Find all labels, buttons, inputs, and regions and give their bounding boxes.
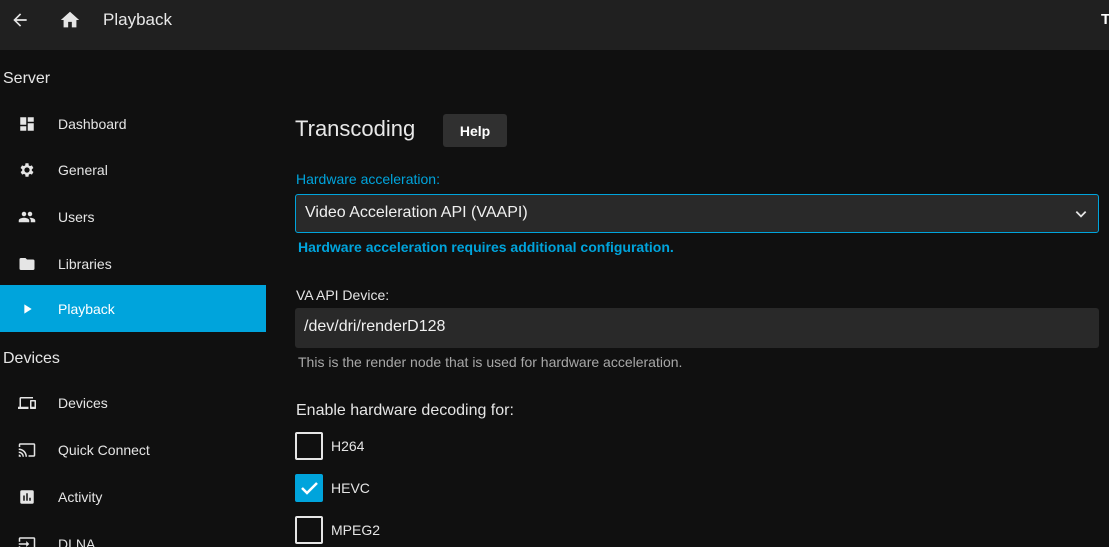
home-icon [60, 11, 80, 28]
sidebar-item-label: Quick Connect [58, 441, 150, 458]
section-title-server: Server [3, 70, 51, 87]
folder-icon [17, 254, 37, 274]
codec-checkbox-mpeg2[interactable]: MPEG2 [295, 516, 495, 544]
sidebar-item-libraries[interactable]: Libraries [0, 240, 266, 287]
sidebar-item-label: Devices [58, 394, 108, 411]
back-button[interactable] [7, 7, 33, 33]
va-device-input[interactable]: /dev/dri/renderD128 [295, 308, 1099, 348]
codec-checkbox-h264[interactable]: H264 [295, 432, 495, 460]
hw-accel-value: Video Acceleration API (VAAPI) [305, 204, 528, 221]
chevron-down-icon [1075, 211, 1087, 218]
checkbox-label: H264 [331, 438, 365, 454]
cast-icon [17, 440, 37, 460]
sidebar-item-label: Users [58, 208, 95, 225]
users-icon [17, 207, 37, 227]
page-header-title: Playback [103, 10, 172, 29]
sidebar-item-label: Dashboard [58, 115, 127, 132]
gear-icon [17, 160, 37, 180]
play-icon [17, 299, 37, 319]
sidebar-item-dashboard[interactable]: Dashboard [0, 100, 266, 147]
decoding-title: Enable hardware decoding for: [296, 402, 514, 419]
hw-accel-select[interactable]: Video Acceleration API (VAAPI) [295, 194, 1099, 233]
sidebar-item-activity[interactable]: Activity [0, 473, 266, 520]
home-button[interactable] [57, 7, 83, 33]
sidebar-item-devices[interactable]: Devices [0, 379, 266, 426]
sidebar-item-label: General [58, 161, 108, 178]
checkbox[interactable] [295, 516, 323, 544]
va-device-hint: This is the render node that is used for… [298, 354, 683, 370]
checkmark-icon [301, 482, 318, 495]
sidebar: Server Dashboard General Users Libraries… [0, 50, 266, 547]
hw-accel-config-link[interactable]: Hardware acceleration requires additiona… [298, 239, 674, 255]
page-title: Transcoding [295, 116, 416, 141]
sidebar-item-label: Activity [58, 488, 103, 505]
checkbox[interactable] [295, 432, 323, 460]
help-button[interactable]: Help [443, 114, 507, 147]
sidebar-item-label: DLNA [58, 535, 96, 547]
devices-icon [17, 393, 37, 413]
hw-accel-label: Hardware acceleration: [296, 171, 440, 187]
checkbox-label: MPEG2 [331, 522, 381, 538]
arrow-left-icon [13, 13, 27, 27]
sidebar-item-quick-connect[interactable]: Quick Connect [0, 426, 266, 473]
checkbox-label: HEVC [331, 480, 370, 496]
sidebar-item-playback[interactable]: Playback [0, 285, 266, 332]
app-header: Playback T [0, 0, 1109, 50]
va-device-value: /dev/dri/renderD128 [304, 318, 446, 335]
va-device-label: VA API Device: [296, 287, 390, 303]
input-icon [17, 534, 37, 547]
checkbox[interactable] [295, 474, 323, 502]
sidebar-item-general[interactable]: General [0, 146, 266, 193]
user-button[interactable]: T [1101, 11, 1109, 28]
sidebar-item-label: Playback [58, 300, 115, 317]
dashboard-icon [17, 114, 37, 134]
sidebar-item-users[interactable]: Users [0, 193, 266, 240]
sidebar-item-label: Libraries [58, 255, 112, 272]
sidebar-item-dlna[interactable]: DLNA [0, 520, 266, 547]
chart-icon [17, 487, 37, 507]
section-title-devices: Devices [3, 350, 60, 367]
codec-checkbox-hevc[interactable]: HEVC [295, 474, 495, 502]
